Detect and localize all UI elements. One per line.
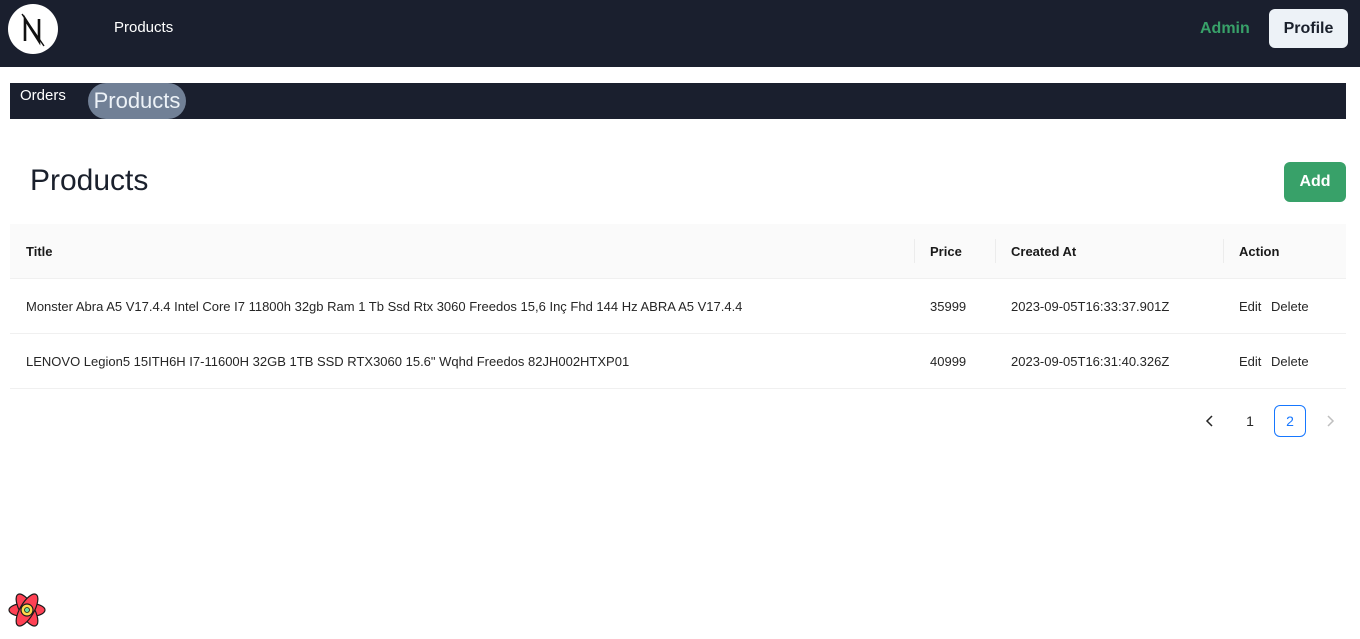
react-query-devtools-button[interactable] — [7, 590, 47, 630]
cell-created-at: 2023-09-05T16:33:37.901Z — [995, 278, 1223, 334]
cell-action: Edit Delete — [1223, 333, 1346, 389]
profile-button[interactable]: Profile — [1269, 9, 1348, 48]
add-product-button[interactable]: Add — [1284, 162, 1346, 202]
column-header-title: Title — [10, 224, 914, 279]
cell-title: Monster Abra A5 V17.4.4 Intel Core I7 11… — [10, 278, 914, 334]
pagination: 1 2 — [1194, 405, 1346, 437]
page-title: Products — [30, 164, 149, 197]
pagination-page-1[interactable]: 1 — [1234, 405, 1266, 437]
cell-price: 35999 — [914, 278, 995, 334]
cell-created-at: 2023-09-05T16:31:40.326Z — [995, 333, 1223, 389]
subnav-item-products[interactable]: Products — [88, 83, 186, 119]
nav-link-products[interactable]: Products — [114, 19, 173, 36]
delete-link[interactable]: Delete — [1271, 354, 1309, 369]
cell-price: 40999 — [914, 333, 995, 389]
chevron-left-icon — [1205, 415, 1213, 427]
cell-action: Edit Delete — [1223, 278, 1346, 334]
table-row: LENOVO Legion5 15ITH6H I7-11600H 32GB 1T… — [10, 333, 1346, 389]
edit-link[interactable]: Edit — [1239, 354, 1261, 369]
logo-icon — [21, 13, 45, 47]
react-logo-icon — [8, 593, 46, 627]
top-navbar: Products Admin Profile — [0, 0, 1360, 67]
pagination-page-2[interactable]: 2 — [1274, 405, 1306, 437]
products-table: Title Price Created At Action Monster Ab… — [10, 224, 1346, 389]
column-header-price: Price — [914, 224, 995, 279]
column-header-action: Action — [1223, 224, 1346, 279]
chevron-right-icon — [1327, 415, 1335, 427]
admin-label: Admin — [1200, 20, 1250, 37]
edit-link[interactable]: Edit — [1239, 299, 1261, 314]
delete-link[interactable]: Delete — [1271, 299, 1309, 314]
logo[interactable] — [8, 4, 58, 54]
table-row: Monster Abra A5 V17.4.4 Intel Core I7 11… — [10, 278, 1346, 334]
table-header-row: Title Price Created At Action — [10, 224, 1346, 279]
sub-navbar: Orders Products — [10, 83, 1346, 119]
subnav-item-orders[interactable]: Orders — [20, 87, 66, 104]
pagination-next-button[interactable] — [1314, 405, 1346, 437]
column-header-created-at: Created At — [995, 224, 1223, 279]
pagination-prev-button[interactable] — [1194, 405, 1226, 437]
cell-title: LENOVO Legion5 15ITH6H I7-11600H 32GB 1T… — [10, 333, 914, 389]
